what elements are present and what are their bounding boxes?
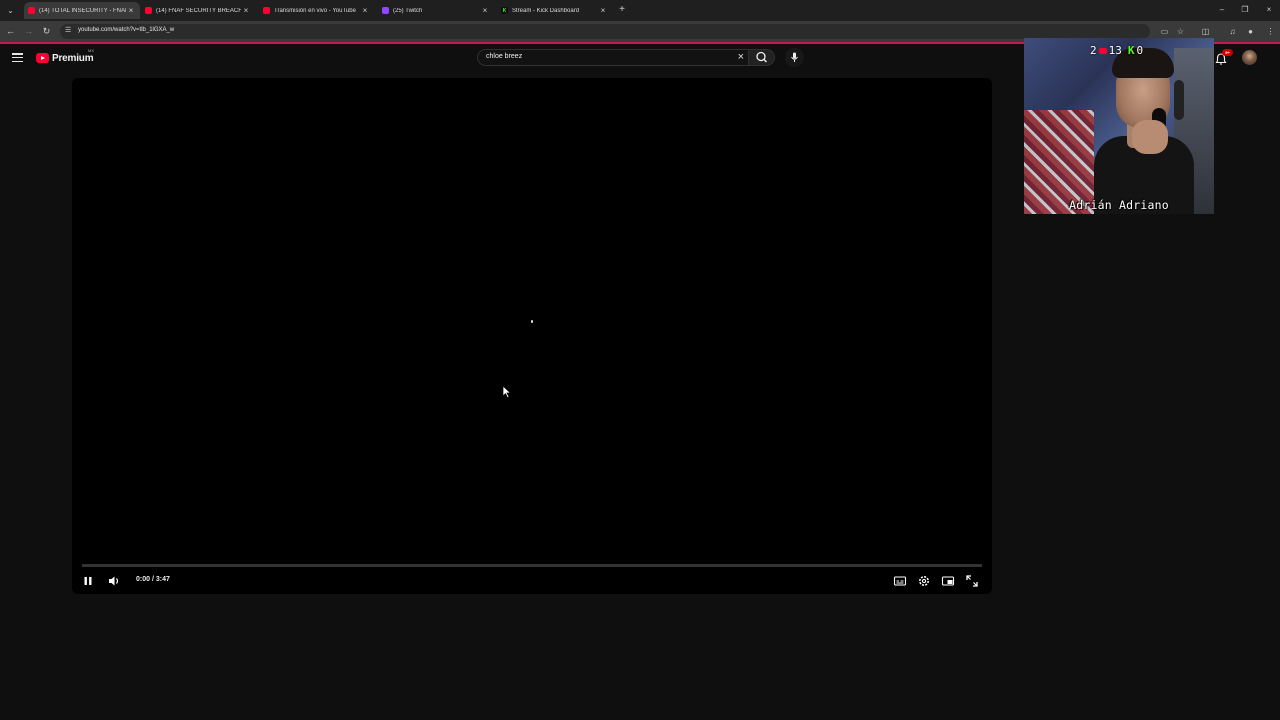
fullscreen-icon[interactable] bbox=[964, 573, 980, 589]
pause-icon[interactable] bbox=[80, 573, 96, 589]
youtube-icon bbox=[263, 7, 270, 14]
reload-icon[interactable]: ↻ bbox=[40, 25, 53, 38]
youtube-icon bbox=[1098, 47, 1107, 54]
streamer-webcam-overlay: 2 13 K 0 Adrián Adriano bbox=[1024, 38, 1214, 214]
minimize-icon[interactable]: – bbox=[1215, 3, 1229, 17]
time-display: 0:00 / 3:47 bbox=[136, 576, 170, 583]
search-icon bbox=[756, 51, 767, 63]
voice-search-button[interactable] bbox=[785, 48, 804, 67]
close-tab-icon[interactable]: × bbox=[480, 6, 490, 15]
forward-icon[interactable]: → bbox=[22, 25, 35, 38]
kick-icon: K bbox=[1127, 44, 1135, 57]
tab-title: Transmisión en vivo - YouTube bbox=[274, 7, 356, 14]
kick-viewer-count: 0 bbox=[1136, 44, 1144, 57]
restore-icon[interactable]: ❐ bbox=[1238, 3, 1252, 17]
youtube-icon bbox=[145, 7, 152, 14]
close-tab-icon[interactable]: × bbox=[241, 6, 251, 15]
partial-viewer-count: 2 bbox=[1090, 44, 1097, 57]
viewer-stats: 2 13 K 0 bbox=[1090, 44, 1143, 57]
search-input[interactable]: chloe breez × bbox=[477, 49, 749, 66]
video-player[interactable]: 0:00 / 3:47 bbox=[72, 78, 992, 594]
close-tab-icon[interactable]: × bbox=[126, 6, 136, 15]
tab-title: (14) TOTAL INSECURITY - FNAF bbox=[39, 7, 126, 14]
bookmark-star-icon[interactable]: ☆ bbox=[1174, 25, 1187, 38]
youtube-premium-logo[interactable]: Premium MX bbox=[36, 48, 94, 65]
cast-icon[interactable]: ▭ bbox=[1158, 25, 1171, 38]
tab-1[interactable]: (14) FNAF SECURITY BREACH 3 × bbox=[141, 2, 255, 19]
kick-icon: K bbox=[501, 7, 508, 14]
back-icon[interactable]: ← bbox=[4, 25, 17, 38]
settings-gear-icon[interactable] bbox=[916, 573, 932, 589]
volume-icon[interactable] bbox=[106, 573, 122, 589]
address-bar[interactable]: ☰ youtube.com/watch?v=tlb_1lGXA_w bbox=[60, 24, 1150, 39]
mouse-cursor-icon bbox=[502, 385, 512, 399]
microphone-icon bbox=[791, 52, 798, 62]
browser-tab-strip: ⌄ (14) TOTAL INSECURITY - FNAF × (14) FN… bbox=[0, 0, 1280, 21]
tab-title: (14) FNAF SECURITY BREACH 3 bbox=[156, 7, 241, 14]
youtube-icon bbox=[28, 7, 35, 14]
headset-icon bbox=[1174, 80, 1184, 120]
browser-menu-icon[interactable]: ⋮ bbox=[1264, 25, 1277, 38]
tab-4[interactable]: K Stream - Kick Dashboard × bbox=[497, 2, 612, 19]
media-icon[interactable]: ♫ bbox=[1226, 25, 1239, 38]
search-query[interactable]: chloe breez bbox=[486, 53, 522, 60]
loading-indicator bbox=[531, 320, 533, 323]
logo-wordmark: Premium bbox=[52, 52, 94, 64]
youtube-play-icon bbox=[36, 53, 49, 63]
clear-search-icon[interactable]: × bbox=[738, 50, 744, 65]
tab-title: Stream - Kick Dashboard bbox=[512, 7, 580, 14]
tab-search-chevron-icon[interactable]: ⌄ bbox=[4, 4, 17, 17]
account-avatar[interactable] bbox=[1242, 50, 1257, 65]
hamburger-menu-icon[interactable] bbox=[12, 53, 23, 62]
progress-bar[interactable] bbox=[82, 564, 982, 567]
site-info-icon[interactable]: ☰ bbox=[65, 26, 71, 34]
logo-region-code: MX bbox=[88, 48, 94, 53]
notifications-badge: 9+ bbox=[1222, 49, 1233, 56]
tab-3[interactable]: (25) Twitch × bbox=[378, 2, 494, 19]
new-tab-icon[interactable]: + bbox=[616, 3, 628, 17]
streamer-name: Adrián Adriano bbox=[1069, 198, 1169, 212]
tab-2[interactable]: Transmisión en vivo - YouTube × bbox=[259, 2, 374, 19]
close-tab-icon[interactable]: × bbox=[360, 6, 370, 15]
tab-title: (25) Twitch bbox=[393, 7, 423, 14]
profile-icon[interactable]: ● bbox=[1244, 25, 1257, 38]
webcam-streamer-hand bbox=[1132, 120, 1168, 154]
twitch-icon bbox=[382, 7, 389, 14]
subtitles-icon[interactable] bbox=[892, 573, 908, 589]
theater-mode-icon[interactable] bbox=[940, 573, 956, 589]
search-button[interactable] bbox=[749, 49, 775, 66]
close-window-icon[interactable]: × bbox=[1262, 3, 1276, 17]
tab-0[interactable]: (14) TOTAL INSECURITY - FNAF × bbox=[24, 2, 140, 19]
close-tab-icon[interactable]: × bbox=[598, 6, 608, 15]
youtube-viewer-count: 13 bbox=[1108, 44, 1122, 57]
address-url[interactable]: youtube.com/watch?v=tlb_1lGXA_w bbox=[78, 27, 174, 33]
extensions-icon[interactable]: ◫ bbox=[1199, 25, 1212, 38]
